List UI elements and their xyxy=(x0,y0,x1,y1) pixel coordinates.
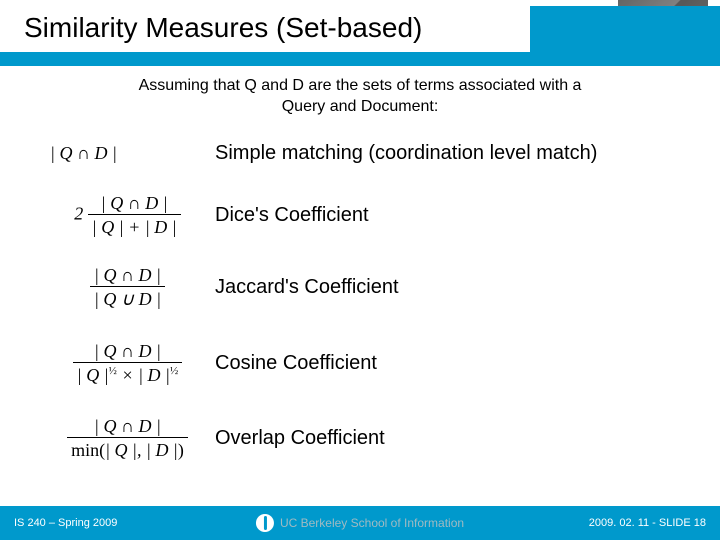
footer-left: IS 240 – Spring 2009 xyxy=(14,517,117,529)
formula-simple: | Q ∩ D | xyxy=(40,143,215,164)
footer-center-text: UC Berkeley School of Information xyxy=(280,516,464,530)
title-band: Similarity Measures (Set-based) xyxy=(0,6,720,66)
intro-line-2: Query and Document: xyxy=(282,98,439,115)
measure-label: Simple matching (coordination level matc… xyxy=(215,142,597,165)
measure-row: 2 | Q ∩ D | | Q | + | D | Dice's Coeffic… xyxy=(40,184,700,246)
slide-title: Similarity Measures (Set-based) xyxy=(0,6,530,52)
measures-list: | Q ∩ D | Simple matching (coordination … xyxy=(40,130,700,478)
measure-row: | Q ∩ D | Simple matching (coordination … xyxy=(40,130,700,176)
formula-jaccard: | Q ∩ D | | Q ∪ D | xyxy=(40,265,215,310)
intro-text: Assuming that Q and D are the sets of te… xyxy=(70,76,650,118)
footer-center: UC Berkeley School of Information xyxy=(256,514,464,532)
footer-right: 2009. 02. 11 - SLIDE 18 xyxy=(589,517,706,529)
footer-bar: IS 240 – Spring 2009 UC Berkeley School … xyxy=(0,506,720,540)
measure-label: Dice's Coefficient xyxy=(215,204,369,227)
formula-cosine: | Q ∩ D | | Q |½ × | D |½ xyxy=(40,341,215,386)
measure-row: | Q ∩ D | min(| Q |, | D |) Overlap Coef… xyxy=(40,406,700,470)
intro-line-1: Assuming that Q and D are the sets of te… xyxy=(139,77,582,94)
formula-dice: 2 | Q ∩ D | | Q | + | D | xyxy=(40,193,215,238)
measure-label: Cosine Coefficient xyxy=(215,352,377,375)
ischool-logo-icon xyxy=(256,514,274,532)
formula-overlap: | Q ∩ D | min(| Q |, | D |) xyxy=(40,416,215,461)
measure-label: Overlap Coefficient xyxy=(215,427,385,450)
measure-row: | Q ∩ D | | Q |½ × | D |½ Cosine Coeffic… xyxy=(40,328,700,398)
measure-label: Jaccard's Coefficient xyxy=(215,276,399,299)
measure-row: | Q ∩ D | | Q ∪ D | Jaccard's Coefficien… xyxy=(40,254,700,320)
